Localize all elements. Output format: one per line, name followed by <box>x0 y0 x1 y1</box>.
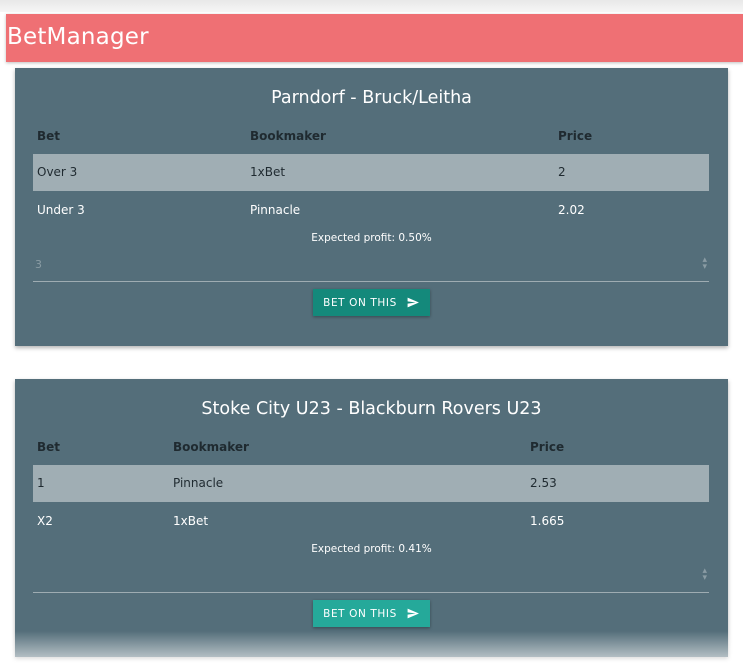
header-bookmaker: Bookmaker <box>173 440 249 454</box>
row-bet: Under 3 <box>37 203 85 217</box>
row-price: 2.53 <box>530 476 557 490</box>
bet-on-this-button[interactable]: BET ON THIS <box>313 600 430 627</box>
table-row: X2 1xBet 1.665 <box>33 503 709 540</box>
app-header: BetManager <box>6 14 743 62</box>
bet-button-label: BET ON THIS <box>323 607 397 620</box>
stake-stepper[interactable]: ▴ ▾ <box>702 256 707 272</box>
row-bookmaker: 1xBet <box>250 165 286 179</box>
row-bookmaker: Pinnacle <box>173 476 224 490</box>
row-bet: 1 <box>37 476 45 490</box>
bet-card: Stoke City U23 - Blackburn Rovers U23 Be… <box>15 379 728 657</box>
row-bet: X2 <box>37 514 53 528</box>
header-price: Price <box>530 440 565 454</box>
table-row: 1 Pinnacle 2.53 <box>33 465 709 502</box>
header-bookmaker: Bookmaker <box>250 129 326 143</box>
row-bookmaker: Pinnacle <box>250 203 301 217</box>
row-price: 1.665 <box>530 514 565 528</box>
bet-on-this-button[interactable]: BET ON THIS <box>313 289 430 316</box>
header-price: Price <box>558 129 593 143</box>
send-icon <box>407 297 419 308</box>
header-bet: Bet <box>37 129 61 143</box>
app-title: BetManager <box>7 24 149 50</box>
row-bet: Over 3 <box>37 165 78 179</box>
match-title: Parndorf - Bruck/Leitha <box>271 88 472 108</box>
table-row: Under 3 Pinnacle 2.02 <box>33 192 709 229</box>
expected-profit: Expected profit: 0.41% <box>311 543 432 555</box>
send-icon <box>407 608 419 619</box>
browser-top-strip <box>0 0 743 12</box>
header-bet: Bet <box>37 440 61 454</box>
table-header: Bet Bookmaker Price <box>33 440 709 454</box>
stake-input[interactable]: 3 ▴ ▾ <box>33 254 709 282</box>
match-title: Stoke City U23 - Blackburn Rovers U23 <box>201 399 542 419</box>
stake-stepper[interactable]: ▴ ▾ <box>702 567 707 583</box>
stake-input[interactable]: ▴ ▾ <box>33 565 709 593</box>
expected-profit: Expected profit: 0.50% <box>311 232 432 244</box>
table-header: Bet Bookmaker Price <box>33 129 709 143</box>
row-price: 2.02 <box>558 203 585 217</box>
row-price: 2 <box>558 165 566 179</box>
table-row: Over 3 1xBet 2 <box>33 154 709 191</box>
bet-card: Parndorf - Bruck/Leitha Bet Bookmaker Pr… <box>15 68 728 346</box>
bet-button-label: BET ON THIS <box>323 296 397 309</box>
row-bookmaker: 1xBet <box>173 514 209 528</box>
stake-value: 3 <box>35 258 42 271</box>
